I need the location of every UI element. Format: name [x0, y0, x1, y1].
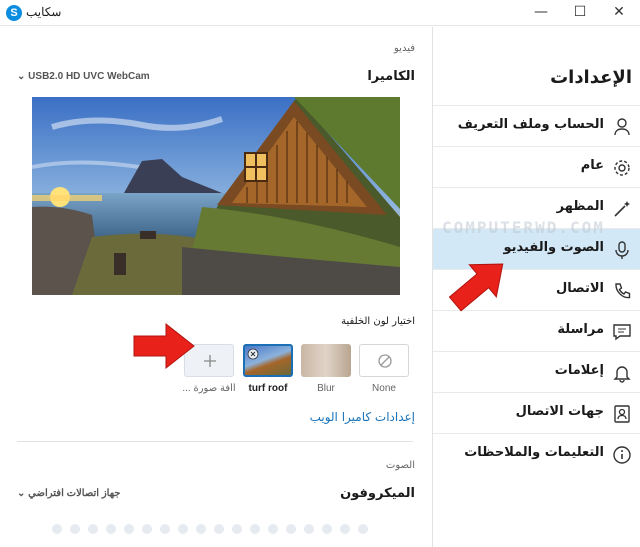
sidebar-item-label: إعلامات	[554, 363, 604, 378]
microphone-select[interactable]: ⌄ جهاز اتصالات افتراضي	[17, 488, 121, 499]
sidebar-item-label: عام	[580, 158, 604, 173]
red-arrow-icon	[133, 322, 195, 370]
background-turf-roof-option[interactable]	[243, 344, 293, 377]
camera-select[interactable]: ⌄ USB2.0 HD UVC WebCam	[17, 71, 150, 82]
bell-icon	[613, 366, 631, 383]
microphone-select-value: جهاز اتصالات افتراضي	[28, 488, 121, 499]
remove-background-icon[interactable]	[247, 348, 259, 360]
sidebar-item-label: الحساب وملف التعريف	[457, 117, 604, 132]
watermark: COMPUTERWD.COM	[442, 218, 605, 237]
audio-video-settings-panel: فيديو الكاميرا ⌄ USB2.0 HD UVC WebCam اخ…	[0, 27, 432, 547]
sidebar-item-notifications[interactable]: إعلامات	[433, 351, 640, 392]
background-picker-title: اختيار لون الخلفية	[341, 316, 415, 327]
settings-title: الإعدادات	[550, 67, 632, 88]
minimize-button[interactable]: —	[522, 0, 560, 26]
sidebar-item-messaging[interactable]: مراسلة	[433, 310, 640, 351]
audio-section-label: الصوت	[385, 460, 415, 471]
message-icon	[613, 324, 631, 341]
info-icon	[613, 446, 631, 464]
camera-label: الكاميرا	[367, 69, 415, 84]
close-button[interactable]: ✕	[600, 0, 638, 26]
sidebar-item-help[interactable]: التعليمات والملاحظات	[433, 433, 640, 474]
sidebar-item-label: التعليمات والملاحظات	[464, 445, 604, 460]
webcam-settings-link[interactable]: إعدادات كاميرا الويب	[310, 410, 415, 424]
red-arrow-icon	[448, 263, 504, 312]
gear-icon	[614, 160, 630, 176]
title-bar: S سكايب — ☐ ✕	[0, 0, 640, 26]
sidebar-item-general[interactable]: عام	[433, 146, 640, 187]
sidebar-item-label: الاتصال	[556, 281, 604, 296]
section-divider	[17, 441, 413, 442]
camera-select-value: USB2.0 HD UVC WebCam	[28, 71, 150, 82]
microphone-level-meter	[52, 519, 376, 538]
sidebar-item-label: مراسلة	[557, 322, 604, 337]
sidebar-item-contacts[interactable]: جهات الاتصال	[433, 392, 640, 433]
video-section-label: فيديو	[394, 43, 415, 54]
none-circle-icon	[378, 354, 392, 368]
chevron-down-icon: ⌄	[17, 488, 26, 499]
window-title: سكايب	[26, 5, 62, 19]
maximize-button[interactable]: ☐	[561, 0, 599, 26]
sidebar-item-label: جهات الاتصال	[515, 404, 604, 419]
background-none-option[interactable]	[359, 344, 409, 377]
person-icon	[614, 118, 630, 136]
chevron-down-icon: ⌄	[17, 71, 26, 82]
magic-wand-icon	[614, 201, 630, 217]
microphone-icon	[615, 241, 629, 259]
background-blur-option[interactable]	[301, 344, 351, 377]
camera-preview-image	[32, 97, 400, 295]
sidebar-item-account[interactable]: الحساب وملف التعريف	[433, 105, 640, 146]
add-background-image-label: ... اافة صورة	[182, 383, 236, 394]
microphone-label: الميكروفون	[340, 486, 415, 501]
sidebar-item-label: الصوت والفيديو	[503, 240, 604, 255]
sidebar-item-label: المظهر	[556, 199, 604, 214]
contact-card-icon	[614, 405, 630, 423]
skype-logo-icon: S	[6, 5, 22, 21]
phone-icon	[615, 283, 631, 299]
